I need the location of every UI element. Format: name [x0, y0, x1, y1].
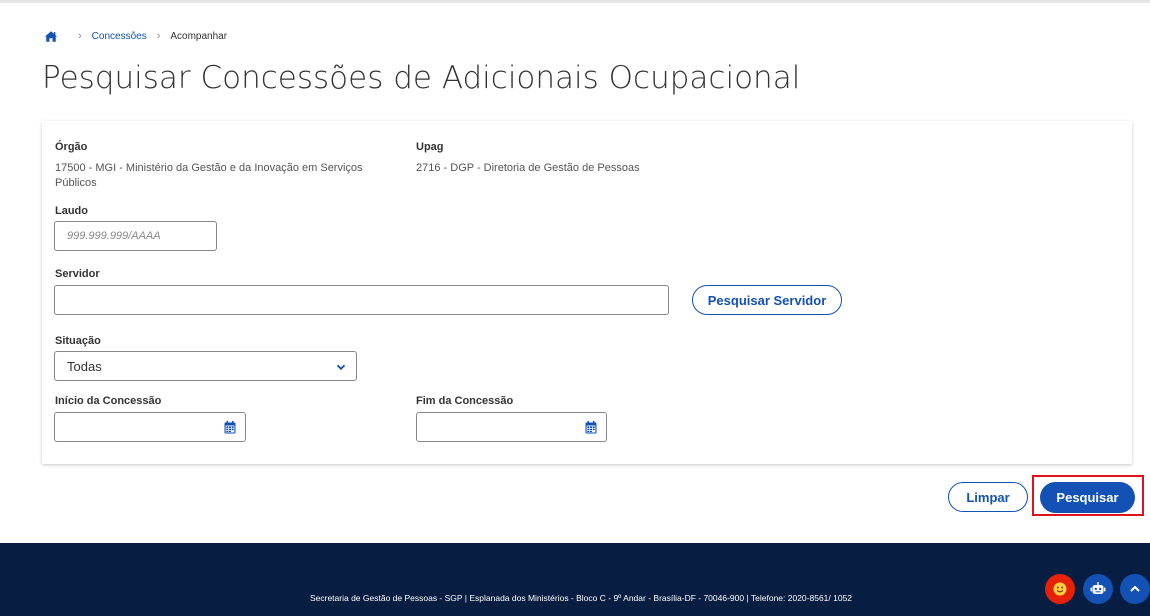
upag-label: Upag — [416, 141, 444, 153]
servidor-input[interactable] — [54, 285, 669, 315]
search-form-card: Órgão 17500 - MGI - Ministério da Gestão… — [42, 121, 1132, 464]
situacao-label: Situação — [55, 335, 101, 347]
orgao-label: Órgão — [55, 141, 88, 153]
chevron-up-icon — [1130, 585, 1140, 592]
situacao-select[interactable]: Todas — [54, 351, 357, 381]
chevron-right-icon: › — [78, 29, 82, 42]
smiley-icon — [1053, 582, 1067, 596]
breadcrumb: › Concessões › Acompanhar — [44, 28, 227, 44]
breadcrumb-acompanhar: Acompanhar — [170, 30, 228, 42]
footer: Secretaria de Gestão de Pessoas - SGP | … — [0, 543, 1150, 616]
pesquisar-servidor-button[interactable]: Pesquisar Servidor — [692, 285, 842, 315]
chevron-right-icon: › — [156, 29, 161, 42]
situacao-selected-value: Todas — [67, 358, 102, 374]
calendar-icon[interactable] — [224, 421, 236, 434]
robot-icon — [1090, 582, 1106, 594]
scroll-top-button[interactable] — [1120, 574, 1150, 604]
fim-concessao-input[interactable] — [416, 412, 607, 442]
inicio-concessao-label: Início da Concessão — [55, 395, 162, 407]
laudo-label: Laudo — [55, 205, 88, 217]
top-divider — [0, 0, 1150, 3]
limpar-button[interactable]: Limpar — [948, 482, 1028, 512]
footer-text: Secretaria de Gestão de Pessoas - SGP | … — [309, 593, 853, 603]
laudo-input[interactable] — [54, 221, 217, 251]
inicio-concessao-input[interactable] — [54, 412, 246, 442]
upag-value: 2716 - DGP - Diretoria de Gestão de Pess… — [416, 162, 640, 174]
highlight-box — [1032, 475, 1144, 516]
fim-concessao-label: Fim da Concessão — [416, 395, 514, 407]
servidor-label: Servidor — [55, 268, 100, 280]
chevron-down-icon — [336, 364, 346, 371]
chatbot-button[interactable] — [1083, 574, 1113, 604]
assistant-button[interactable] — [1045, 574, 1075, 604]
calendar-icon[interactable] — [585, 421, 597, 434]
page-title: Pesquisar Concessões de Adicionais Ocupa… — [42, 60, 801, 96]
breadcrumb-concessoes[interactable]: Concessões — [92, 31, 147, 42]
orgao-value: 17500 - MGI - Ministério da Gestão e da … — [55, 162, 363, 189]
home-icon[interactable] — [44, 30, 58, 43]
